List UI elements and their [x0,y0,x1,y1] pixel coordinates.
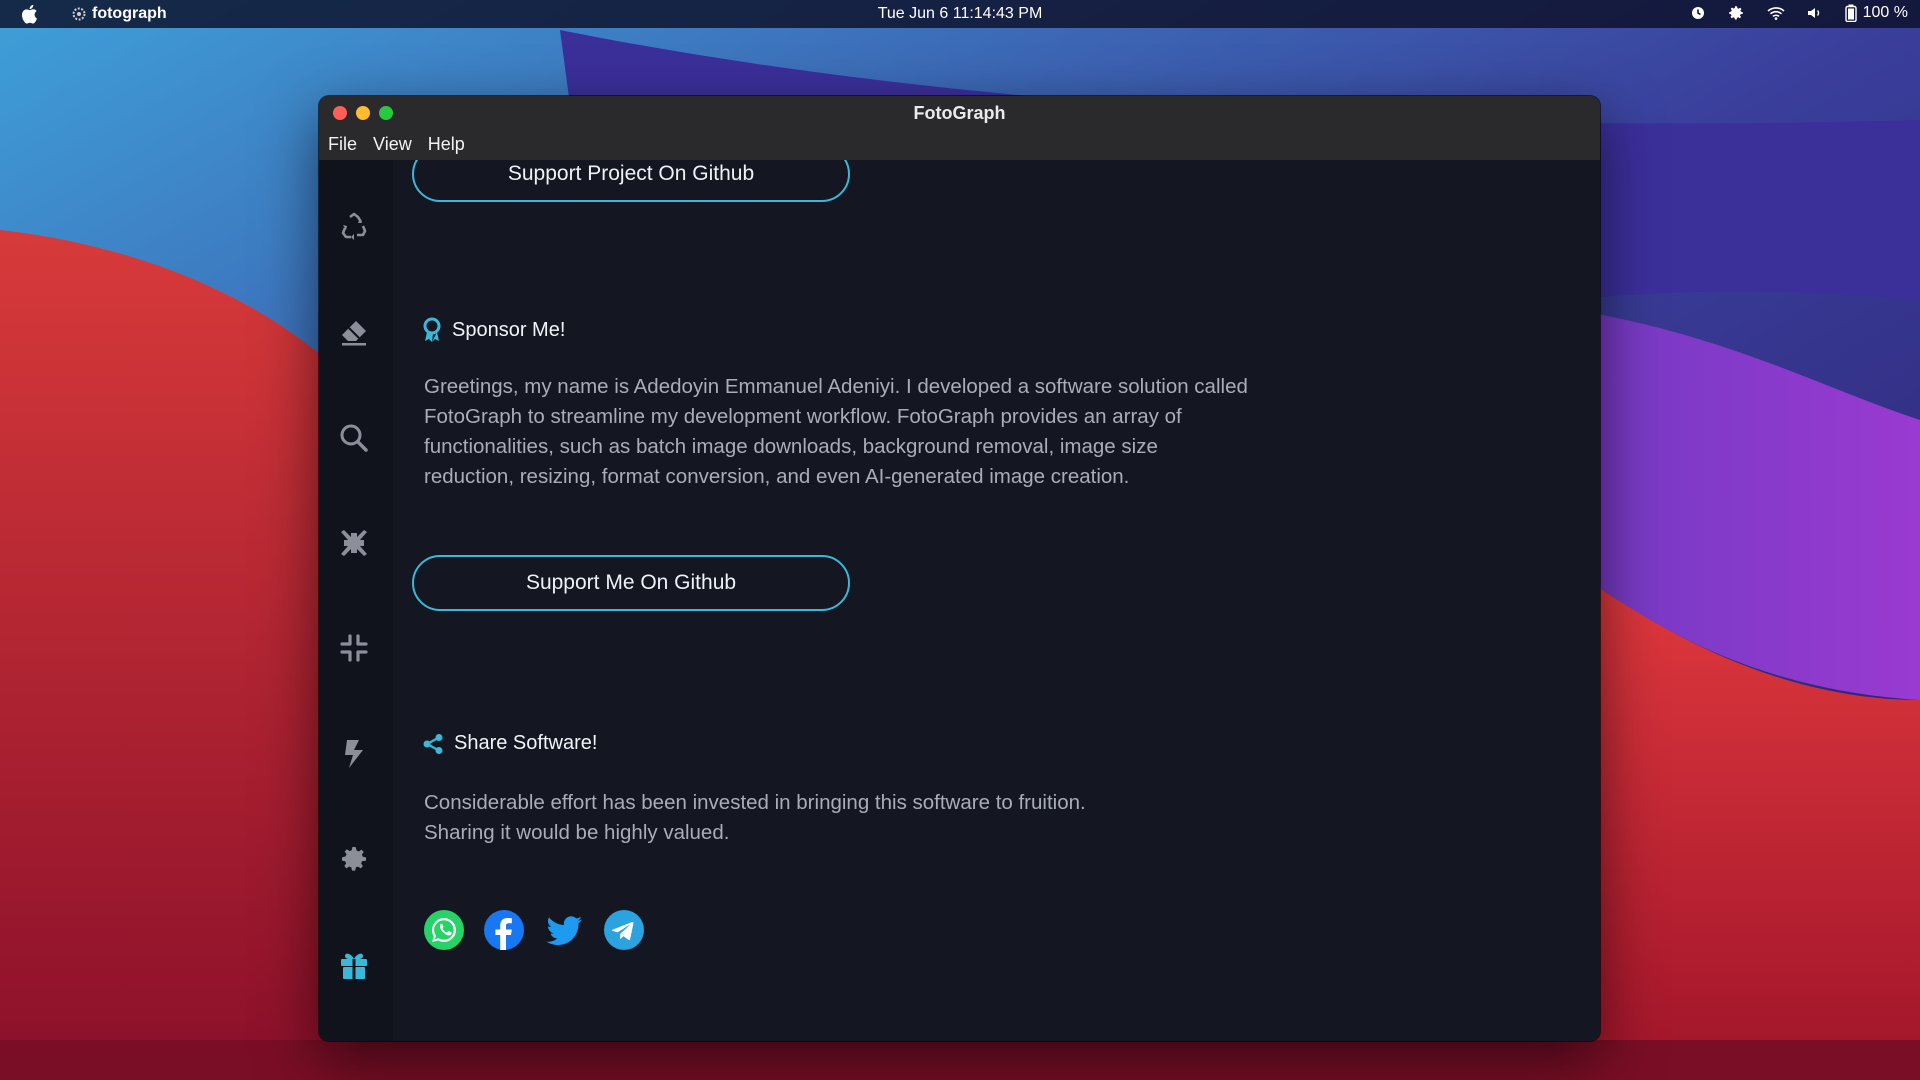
share-telegram-button[interactable] [604,910,644,950]
volume-icon[interactable] [1807,6,1823,20]
eraser-icon [342,321,366,346]
battery-status[interactable]: 100 % [1844,4,1908,22]
battery-icon [1844,4,1857,22]
sidebar-item-gift[interactable] [337,948,371,982]
share-whatsapp-button[interactable] [424,910,464,950]
facebook-icon [484,910,524,950]
window-title: FotoGraph [913,103,1006,123]
share-twitter-button[interactable] [544,910,584,950]
gift-icon [341,953,367,979]
sponsor-line: Greetings, my name is Adedoyin Emmanuel … [424,375,1248,398]
settings-status-icon[interactable] [1727,4,1745,22]
share-title: Share Software! [454,732,598,754]
menubar-clock[interactable]: Tue Jun 6 11:14:43 PM [0,5,1920,23]
sidebar-item-bolt[interactable] [337,737,371,771]
support-me-github-button[interactable]: Support Me On Github [412,555,850,611]
menu-view[interactable]: View [373,134,412,155]
battery-percent: 100 % [1862,4,1908,21]
system-menu-bar: fotograph Tue Jun 6 11:14:43 PM 100 % [0,0,1920,28]
sidebar-item-minimize[interactable] [337,631,371,665]
sidebar-item-search[interactable] [337,421,371,455]
twitter-icon [546,916,582,945]
social-share-buttons [424,910,644,950]
telegram-icon [604,910,644,950]
wifi-icon[interactable] [1767,6,1785,20]
menu-file[interactable]: File [328,134,357,155]
sidebar [319,160,393,1041]
sponsor-description: Greetings, my name is Adedoyin Emmanuel … [424,372,1364,492]
window-body: Support Project On Github Sponsor Me! Gr… [319,160,1600,1041]
share-icon [423,733,443,754]
share-line: Sharing it would be highly valued. [424,821,730,844]
recycle-icon [341,212,367,240]
search-icon [340,424,368,452]
sidebar-item-recycle[interactable] [337,210,371,244]
clock-status-icon[interactable] [1691,6,1705,20]
sidebar-item-eraser[interactable] [337,315,371,349]
app-menu: File View Help [328,134,465,155]
window-titlebar[interactable]: FotoGraph File View Help [319,96,1600,160]
sponsor-line: FotoGraph to streamline my development w… [424,405,1182,428]
share-description: Considerable effort has been invested in… [424,788,1364,848]
whatsapp-icon [424,910,464,950]
share-section-header: Share Software! [422,732,597,755]
sponsor-title: Sponsor Me! [452,318,566,341]
compress-arrows-icon [341,530,367,556]
minimize-icon [340,634,368,662]
share-line: Considerable effort has been invested in… [424,791,1086,814]
share-facebook-button[interactable] [484,910,524,950]
sidebar-item-compress[interactable] [337,526,371,560]
sidebar-item-settings[interactable] [337,842,371,876]
award-ribbon-icon [423,317,441,342]
support-project-github-button[interactable]: Support Project On Github [412,160,850,202]
app-window: FotoGraph File View Help Support Project… [319,96,1600,1041]
sponsor-line: functionalities, such as batch image dow… [424,435,1158,458]
sponsor-line: reduction, resizing, format conversion, … [424,465,1130,488]
main-content: Support Project On Github Sponsor Me! Gr… [393,160,1600,1041]
menubar-tray: 100 % [1691,4,1908,22]
menu-help[interactable]: Help [428,134,465,155]
gear-icon [342,847,366,871]
bolt-icon [345,740,363,768]
sponsor-section-header: Sponsor Me! [422,317,565,343]
